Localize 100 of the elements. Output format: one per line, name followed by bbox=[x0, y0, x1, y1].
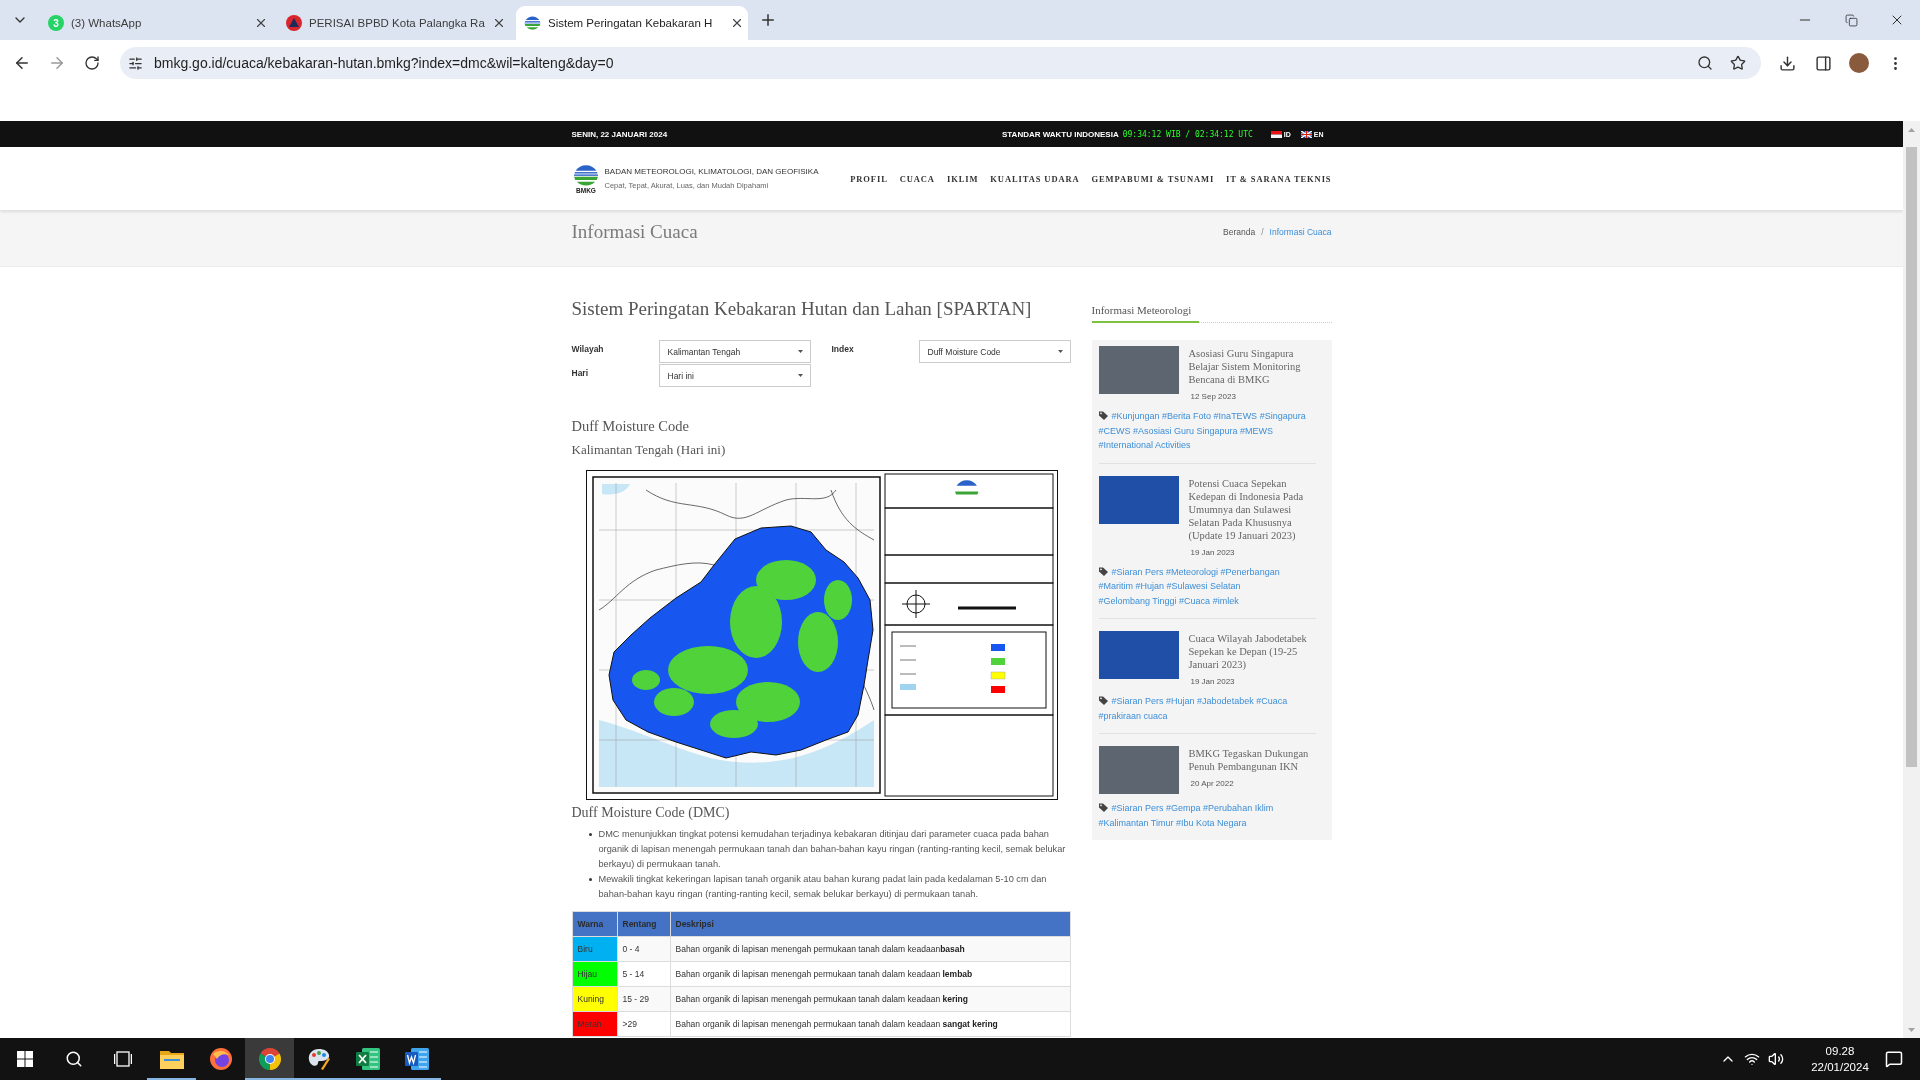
forward-icon[interactable] bbox=[48, 54, 66, 72]
tag-link[interactable]: #Ibu Kota Negara bbox=[1176, 817, 1247, 828]
caret-icon bbox=[797, 374, 803, 377]
reload-icon[interactable] bbox=[84, 55, 100, 71]
tag-link[interactable]: #Gempa bbox=[1166, 803, 1201, 813]
tag-link[interactable]: #InaTEWS bbox=[1213, 411, 1258, 421]
notification-icon[interactable] bbox=[1885, 1050, 1903, 1068]
close-icon[interactable] bbox=[492, 16, 506, 30]
bullet-icon bbox=[588, 878, 592, 881]
select-dropdown[interactable]: Kalimantan Tengah bbox=[658, 340, 811, 363]
tag-link[interactable]: #imlek bbox=[1212, 595, 1239, 606]
select-dropdown[interactable]: Hari ini bbox=[658, 364, 811, 387]
avatar-icon[interactable] bbox=[1849, 53, 1869, 73]
scrollbar-thumb[interactable] bbox=[1906, 147, 1917, 767]
new-tab-icon[interactable] bbox=[759, 11, 777, 29]
column-header: Warna bbox=[572, 911, 617, 937]
task-view-icon[interactable] bbox=[113, 1051, 132, 1067]
nav-link[interactable]: CUACA bbox=[899, 173, 935, 184]
indonesian-flag-icon[interactable] bbox=[1270, 130, 1282, 138]
tag-link[interactable]: #Kunjungan bbox=[1111, 411, 1160, 421]
tag-link[interactable]: #Siaran Pers bbox=[1111, 566, 1164, 577]
column-header: Deskripsi bbox=[670, 911, 1070, 937]
tag-link[interactable]: #Siaran Pers bbox=[1111, 696, 1164, 706]
windows-icon[interactable] bbox=[16, 1051, 33, 1067]
nav-link[interactable]: GEMPABUMI & TSUNAMI bbox=[1091, 173, 1215, 184]
download-icon[interactable] bbox=[1778, 54, 1796, 72]
browser-tab[interactable]: 3 (3) WhatsApp bbox=[40, 6, 272, 40]
volume-icon[interactable] bbox=[1768, 1051, 1784, 1067]
breadcrumb-separator: / bbox=[1261, 226, 1264, 237]
tag-link[interactable]: #Sulawesi Selatan bbox=[1166, 581, 1241, 591]
close-icon[interactable] bbox=[254, 16, 268, 30]
tag-icon bbox=[1098, 696, 1109, 705]
article-title-link[interactable]: Potensi Cuaca Sepekan Kedepan di Indonesia Pada Umumnya dan Sulawesi Selatan Pada Khususnya (Update 19 Januari 2023) bbox=[1188, 475, 1316, 542]
tag-link[interactable]: #MEWS bbox=[1240, 425, 1274, 436]
tag-link[interactable]: #Kalimantan Timur bbox=[1098, 817, 1174, 828]
browser-tab[interactable]: PERISAI BPBD Kota Palangka Ra bbox=[278, 6, 510, 40]
tag-link[interactable]: #Jabodetabek bbox=[1197, 696, 1254, 706]
nav-link[interactable]: PROFIL bbox=[850, 173, 888, 184]
taskbar-clock[interactable]: 09.28 bbox=[1825, 1044, 1855, 1058]
close-icon[interactable] bbox=[730, 16, 744, 30]
tag-link[interactable]: #International Activities bbox=[1098, 440, 1191, 450]
bullet-text: DMC menunjukkan tingkat potensi kemudahan terjadinya kebakaran ditinjau dari parameter cuaca pada bahan organik di lapisan menengah permukaan tanah dan bahan-bahan kayu ringan (ranting-ranting kecil, semak belukar berkayu) di permukaan tanah. bbox=[598, 828, 1067, 871]
favicon-badge: 3 bbox=[48, 15, 64, 31]
caret-icon bbox=[797, 350, 803, 353]
bookmark-star-icon[interactable] bbox=[1730, 55, 1746, 71]
tag-link[interactable]: #prakiraan cuaca bbox=[1098, 710, 1168, 721]
site-info-icon[interactable] bbox=[128, 55, 143, 71]
date-text: SENIN, 22 JANUARI 2024 bbox=[571, 129, 668, 139]
logo-icon[interactable] bbox=[573, 162, 599, 187]
tag-link[interactable]: #Perubahan Iklim bbox=[1203, 803, 1274, 813]
region-heading: Kalimantan Tengah (Hari ini) bbox=[571, 441, 727, 459]
zoom-icon[interactable] bbox=[1697, 55, 1713, 71]
field-label: Hari bbox=[571, 367, 590, 380]
tag-link[interactable]: #Cuaca bbox=[1179, 595, 1211, 606]
select-dropdown[interactable]: Duff Moisture Code bbox=[918, 340, 1071, 363]
tag-icon bbox=[1098, 411, 1109, 420]
browser-tab[interactable]: Sistem Peringatan Kebakaran H bbox=[516, 6, 748, 40]
tag-icon bbox=[1098, 803, 1109, 812]
search-icon[interactable] bbox=[64, 1050, 83, 1068]
page-heading: Sistem Peringatan Kebakaran Hutan dan Lahan [SPARTAN] bbox=[571, 297, 1033, 321]
breadcrumb-link[interactable]: Beranda bbox=[1223, 226, 1256, 237]
nav-link[interactable]: IT & SARANA TEKNIS bbox=[1226, 173, 1332, 184]
org-name: BADAN METEOROLOGI, KLIMATOLOGI, DAN GEOFISIKA bbox=[604, 166, 819, 177]
restore-icon[interactable] bbox=[1844, 13, 1858, 27]
article-title-link[interactable]: Cuaca Wilayah Jabodetabek Sepekan ke Depan (19-25 Januari 2023) bbox=[1188, 631, 1316, 671]
back-icon[interactable] bbox=[13, 54, 31, 72]
tag-link[interactable]: #CEWS bbox=[1098, 425, 1131, 436]
bullet-icon bbox=[588, 833, 592, 836]
british-flag-icon[interactable] bbox=[1300, 130, 1312, 138]
article-title-link[interactable]: BMKG Tegaskan Dukungan Penuh Pembangunan IKN bbox=[1188, 746, 1316, 773]
palette-icon bbox=[306, 1047, 331, 1071]
image-placeholder[interactable] bbox=[1098, 475, 1179, 524]
nav-link[interactable]: KUALITAS UDARA bbox=[990, 173, 1080, 184]
tag-link[interactable]: #Singapura bbox=[1259, 411, 1306, 421]
table-cell: Bahan organik di lapisan menengah permukaan tanah dalam keadaan sangat kering bbox=[670, 1011, 1070, 1037]
color-cell: Kuning bbox=[572, 986, 617, 1012]
tag-link[interactable]: #Cuaca bbox=[1256, 696, 1288, 706]
breadcrumb-link[interactable]: Informasi Cuaca bbox=[1269, 226, 1332, 237]
article-title-link[interactable]: Asosiasi Guru Singapura Belajar Sistem Monitoring Bencana di BMKG bbox=[1188, 346, 1316, 386]
nav-link[interactable]: IKLIM bbox=[946, 173, 979, 184]
tag-link[interactable]: #Berita Foto bbox=[1162, 411, 1212, 421]
tag-link[interactable]: #Hujan bbox=[1135, 581, 1165, 591]
taskbar-date[interactable]: 22/01/2024 bbox=[1811, 1060, 1869, 1074]
tag-link[interactable]: #Penerbangan bbox=[1220, 566, 1280, 577]
tag-link[interactable]: #Gelombang Tinggi bbox=[1098, 595, 1177, 606]
address-bar[interactable]: bmkg.go.id/cuaca/kebakaran-hutan.bmkg?index=dmc&wil=kalteng&day=0 bbox=[120, 47, 1761, 79]
firefox-icon bbox=[208, 1047, 233, 1071]
color-cell: Biru bbox=[572, 936, 617, 962]
caret-icon bbox=[1057, 350, 1063, 353]
tag-link[interactable]: #Meteorologi bbox=[1166, 566, 1219, 577]
document-icon bbox=[404, 1048, 429, 1070]
tag-link[interactable]: #Siaran Pers bbox=[1111, 803, 1164, 813]
scrollbar[interactable] bbox=[1903, 121, 1920, 1038]
table-cell: Bahan organik di lapisan menengah permukaan tanah dalam keadaan kering bbox=[670, 986, 1070, 1012]
tag-link[interactable]: #Asosiasi Guru Singapura bbox=[1133, 425, 1238, 436]
tag-link[interactable]: #Hujan bbox=[1166, 696, 1195, 706]
side-panel-icon[interactable] bbox=[1814, 54, 1832, 72]
taskbar-app-button[interactable] bbox=[245, 1038, 294, 1080]
wifi-icon[interactable] bbox=[1744, 1051, 1760, 1067]
tag-link[interactable]: #Maritim bbox=[1098, 581, 1133, 591]
